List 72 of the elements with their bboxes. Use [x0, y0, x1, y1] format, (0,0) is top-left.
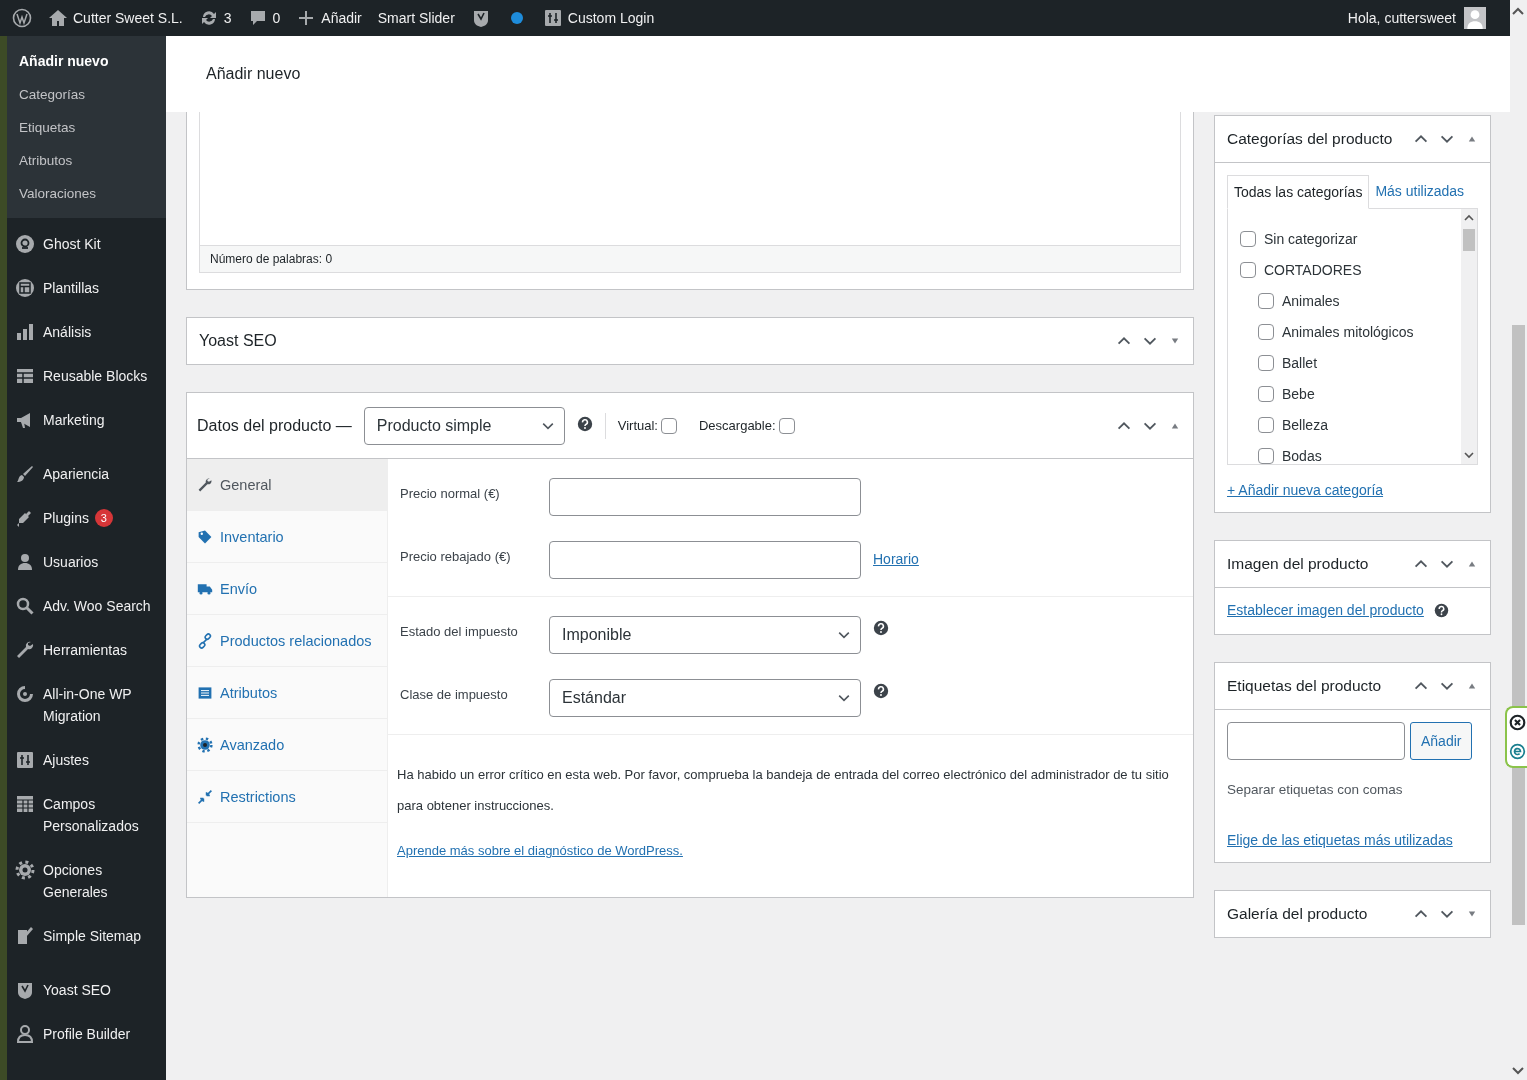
box-title: Etiquetas del producto — [1227, 677, 1382, 695]
submenu-item[interactable]: Añadir nuevo — [7, 44, 166, 78]
menu-item[interactable]: Ghost Kit — [7, 222, 166, 266]
menu-item[interactable]: Herramientas — [7, 628, 166, 672]
menu-item[interactable]: Usuarios — [7, 540, 166, 584]
field-label: Estado del impuesto — [399, 623, 519, 639]
option-label: Virtual: — [617, 418, 658, 433]
menu-item[interactable]: Análisis — [7, 310, 166, 354]
menu-item[interactable]: All-in-One WP Migration — [7, 672, 166, 738]
box-title: Datos del producto — — [197, 416, 352, 435]
dropdown[interactable]: Estándar — [549, 679, 861, 717]
toolbar-item[interactable]: 3 — [198, 8, 232, 28]
menu-item[interactable]: Profile Builder — [7, 1012, 166, 1056]
schedule-link[interactable]: Horario — [873, 541, 919, 567]
menu-item[interactable]: Yoast SEO — [7, 968, 166, 1012]
product-type-dropdown[interactable]: Producto simple — [363, 406, 565, 445]
count-badge: 3 — [94, 509, 113, 527]
tab[interactable]: Envío — [187, 563, 387, 615]
popular-tags-link[interactable]: Elige de las etiquetas más utilizadas — [1227, 832, 1453, 848]
menu-item[interactable]: Apariencia — [7, 452, 166, 496]
tab[interactable]: Productos relacionados — [187, 615, 387, 667]
set-image-link[interactable]: Establecer imagen del producto — [1227, 602, 1424, 618]
category-label: Bebe — [1282, 385, 1315, 402]
box-title: Galería del producto — [1227, 905, 1368, 923]
add-category-link[interactable]: + Añadir nueva categoría — [1227, 482, 1384, 498]
menu-item[interactable]: Opciones Generales — [7, 848, 166, 914]
menu-item[interactable]: Plantillas — [7, 266, 166, 310]
toolbar-item[interactable]: Custom Login — [542, 8, 655, 28]
category-label: Animales — [1282, 292, 1340, 309]
word-count: Número de palabras: 0 — [210, 252, 333, 266]
category-label: Sin categorizar — [1264, 230, 1358, 247]
option-label: Descargable: — [699, 418, 776, 433]
menu-item[interactable]: Simple Sitemap — [7, 914, 166, 958]
field-label: Precio normal (€) — [399, 485, 501, 501]
category-label: Animales mitológicos — [1282, 323, 1414, 340]
menu-item[interactable]: Ajustes — [7, 738, 166, 782]
page-title: Añadir nuevo — [206, 65, 301, 83]
add-button[interactable]: Añadir — [1410, 722, 1473, 760]
help-link[interactable]: Aprende más sobre el diagnóstico de WordPress. — [397, 835, 683, 866]
tab[interactable]: Más utilizadas — [1369, 175, 1471, 208]
toolbar-item[interactable]: Añadir — [296, 8, 362, 28]
category-label: CORTADORES — [1264, 261, 1362, 278]
field-label: Clase de impuesto — [399, 686, 509, 702]
toolbar-item[interactable]: Smart Slider — [377, 10, 455, 26]
menu-item[interactable]: Adv. Woo Search — [7, 584, 166, 628]
category-label: Bodas — [1282, 447, 1322, 464]
category-label: Ballet — [1282, 354, 1318, 371]
box-title: Yoast SEO — [199, 332, 277, 350]
toolbar-item[interactable]: 0 — [247, 8, 281, 28]
account-menu[interactable]: Hola, cuttersweet — [1347, 7, 1486, 29]
box-title: Categorías del producto — [1227, 130, 1393, 148]
dropdown[interactable]: Imponible — [549, 616, 861, 654]
tab[interactable]: Atributos — [187, 667, 387, 719]
menu-item[interactable]: Plugins 3 — [7, 496, 166, 540]
field-label: Precio rebajado (€) — [399, 548, 512, 564]
tab[interactable]: Inventario — [187, 511, 387, 563]
tab[interactable]: Avanzado — [187, 719, 387, 771]
submenu-item[interactable]: Etiquetas — [7, 111, 166, 144]
tab[interactable]: Restrictions — [187, 771, 387, 823]
box-title: Imagen del producto — [1227, 555, 1369, 573]
tab[interactable]: Todas las categorías — [1227, 175, 1370, 209]
menu-item[interactable]: Reusable Blocks — [7, 354, 166, 398]
category-label: Belleza — [1282, 416, 1328, 433]
hint-text: Separar etiquetas con comas — [1227, 782, 1404, 797]
menu-item[interactable]: Campos Personalizados — [7, 782, 166, 848]
submenu-item[interactable]: Valoraciones — [7, 177, 166, 210]
toolbar-item[interactable]: Cutter Sweet S.L. — [48, 8, 183, 28]
error-message: Ha habido un error crítico en esta web. Por favor, comprueba la bandeja de entrada del correo electrónico del administrador de tu sitio para obtener instrucciones. — [397, 766, 1170, 815]
tab[interactable]: General — [187, 459, 387, 511]
submenu-item[interactable]: Atributos — [7, 144, 166, 177]
menu-item[interactable]: Marketing — [7, 398, 166, 442]
submenu-item[interactable]: Categorías — [7, 78, 166, 111]
